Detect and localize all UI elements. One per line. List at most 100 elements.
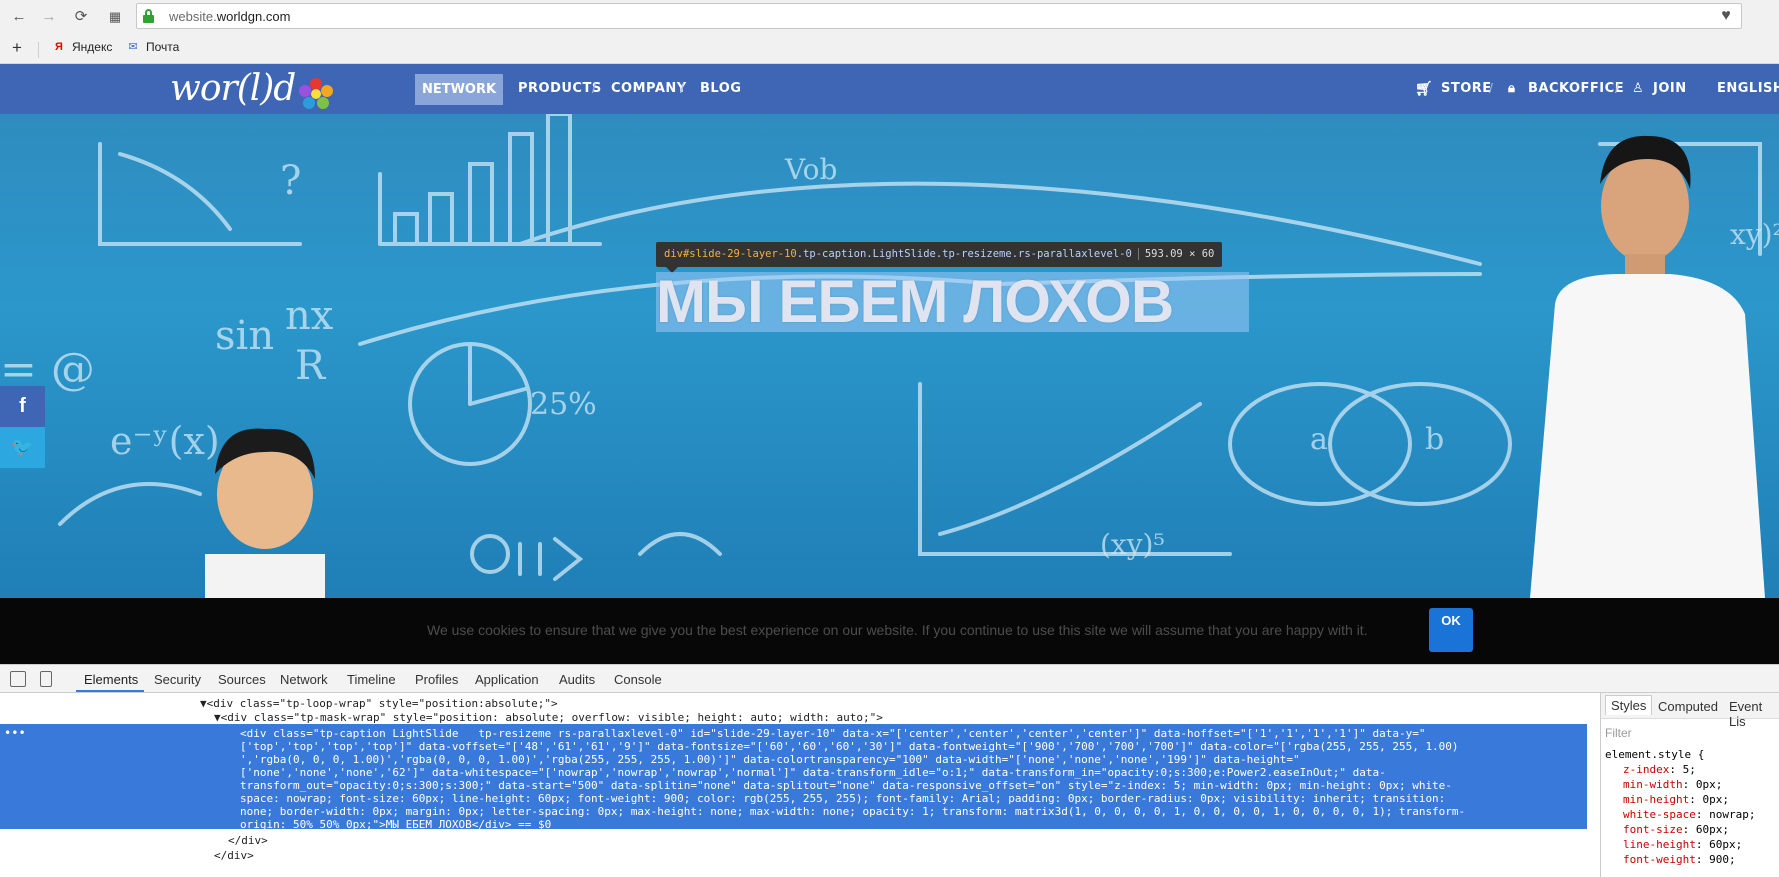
bookmarks-separator (38, 42, 39, 58)
nav-separator: / (592, 80, 596, 96)
style-rule[interactable]: font-weight: 900; (1623, 853, 1736, 866)
styles-filter-input[interactable]: Filter (1605, 726, 1632, 740)
nav-language[interactable]: ENGLISH (1717, 81, 1779, 96)
tooltip-size: 593.09 × 60 (1137, 248, 1215, 260)
address-bar[interactable]: website.worldgn.com ♥ (136, 3, 1742, 29)
style-prop: z-index (1623, 763, 1670, 776)
nav-join[interactable]: JOIN (1653, 81, 1687, 96)
dom-line[interactable]: ▼<div class="tp-loop-wrap" style="positi… (200, 696, 558, 711)
svg-text:sin: sin (215, 313, 274, 359)
lock-nav-icon[interactable]: 🔒︎ (1508, 81, 1515, 96)
tab-event-listeners[interactable]: Event Lis (1729, 699, 1779, 729)
tab-console[interactable]: Console (614, 672, 662, 687)
bookmark-mail[interactable]: ✉ Почта (126, 40, 179, 54)
tab-elements[interactable]: Elements (84, 672, 138, 687)
style-rule[interactable]: z-index: 5; (1623, 763, 1696, 776)
style-prop: min-height (1623, 793, 1690, 806)
style-rule[interactable]: line-height: 60px; (1623, 838, 1742, 851)
style-prop: font-weight (1623, 853, 1696, 866)
reload-icon[interactable]: ⟳ (70, 6, 92, 28)
url-domain: worldgn.com (216, 9, 291, 24)
facebook-share-button[interactable]: f (0, 386, 45, 427)
nav-blog[interactable]: BLOG (700, 81, 741, 96)
tab-application[interactable]: Application (475, 672, 539, 687)
nav-separator: / (1489, 80, 1493, 96)
style-value: 0px; (1695, 778, 1723, 791)
url-text[interactable]: website.worldgn.com (169, 9, 290, 24)
style-rule[interactable]: min-width: 0px; (1623, 778, 1722, 791)
man-figure (1530, 135, 1765, 598)
svg-text:R: R (295, 343, 327, 389)
dom-line[interactable]: </div> (214, 848, 254, 863)
tab-security[interactable]: Security (154, 672, 201, 687)
twitter-icon: 🐦 (11, 437, 34, 457)
tab-sources[interactable]: Sources (218, 672, 266, 687)
style-rule[interactable]: font-size: 60px; (1623, 823, 1729, 836)
tab-network[interactable]: Network (280, 672, 328, 687)
device-toolbar-icon[interactable] (40, 671, 52, 687)
cookie-ok-button[interactable]: OK (1429, 608, 1473, 652)
tab-timeline[interactable]: Timeline (347, 672, 396, 687)
add-bookmark-icon[interactable]: + (12, 38, 22, 58)
twitter-share-button[interactable]: 🐦 (0, 427, 45, 468)
svg-text:25%: 25% (530, 387, 597, 422)
tab-computed[interactable]: Computed (1658, 699, 1718, 714)
nav-separator: / (1615, 80, 1619, 96)
style-prop: min-width (1623, 778, 1683, 791)
tab-profiles[interactable]: Profiles (415, 672, 458, 687)
url-prefix: website. (169, 9, 217, 24)
site-logo[interactable]: wor(l)d (170, 68, 296, 109)
nav-network[interactable]: NETWORK (415, 74, 503, 105)
cookie-text: We use cookies to ensure that we give yo… (427, 622, 1368, 638)
bookmark-label: Почта (146, 40, 180, 54)
style-rule[interactable]: min-height: 0px; (1623, 793, 1729, 806)
tooltip-id: #slide-29-layer-10 (682, 248, 797, 260)
website: wor(l)d NETWORK PRODUCTS / COMPANY / BLO… (0, 64, 1779, 664)
svg-text:xy)²: xy)² (1730, 218, 1779, 251)
apps-grid-icon[interactable]: ▦ (104, 6, 126, 28)
svg-text:b: b (1425, 422, 1444, 457)
facebook-icon: f (19, 395, 26, 417)
nav-separator: / (680, 80, 684, 96)
bookmark-yandex[interactable]: Я Яндекс (52, 40, 112, 54)
style-prop: font-size (1623, 823, 1683, 836)
nav-products[interactable]: PRODUCTS (518, 81, 602, 96)
user-nav-icon[interactable]: ♙ (1632, 81, 1644, 96)
style-prop: white-space (1623, 808, 1696, 821)
tab-styles[interactable]: Styles (1605, 695, 1653, 715)
chalkboard-illustration: sin nx R 25% ? = @ (xy)⁵ Vob xy)² e⁻ʸ(x)… (0, 114, 1779, 598)
svg-text:a: a (1310, 422, 1328, 457)
site-header: wor(l)d NETWORK PRODUCTS / COMPANY / BLO… (0, 64, 1779, 114)
svg-text:?: ? (280, 158, 301, 204)
element-style-header: element.style { (1605, 748, 1705, 761)
nav-company[interactable]: COMPANY (611, 81, 687, 96)
node-actions-icon[interactable]: ••• (4, 726, 26, 741)
bookmark-label: Яндекс (72, 40, 113, 54)
browser-chrome: ← → ⟳ ▦ website.worldgn.com ♥ + Я Яндекс… (0, 0, 1779, 64)
child-figure (205, 428, 325, 598)
svg-text:nx: nx (285, 293, 334, 339)
selected-dom-node[interactable]: ••• <div class="tp-caption LightSlide tp… (0, 724, 1587, 831)
inspect-element-icon[interactable] (10, 671, 26, 687)
active-tab-indicator (76, 690, 144, 692)
cart-icon[interactable]: 🛒︎ (1415, 81, 1433, 97)
nav-store[interactable]: STORE (1441, 81, 1492, 96)
dom-line: origin: 50% 50% 0px;">МЫ ЕБЕМ ЛОХОВ</div… (240, 818, 552, 831)
style-value: 5; (1682, 763, 1696, 776)
dom-tree: ▼<div class="tp-loop-wrap" style="positi… (0, 693, 1587, 877)
style-value: 900; (1709, 853, 1736, 866)
nav-backoffice[interactable]: BACKOFFICE (1528, 81, 1624, 96)
mail-icon: ✉ (128, 41, 138, 53)
devtools-toolbar: Elements Security Sources Network Timeli… (0, 665, 1779, 693)
style-prop: line-height (1623, 838, 1696, 851)
tab-audits[interactable]: Audits (559, 672, 595, 687)
styles-tabs: Styles Computed Event Lis (1601, 693, 1779, 729)
back-arrow-icon[interactable]: ← (8, 6, 30, 28)
dom-line[interactable]: </div> (228, 833, 268, 848)
bookmark-heart-icon[interactable]: ♥ (1715, 6, 1737, 26)
logo-flower-icon (299, 78, 333, 109)
style-rule[interactable]: white-space: nowrap; (1623, 808, 1755, 821)
dom-line[interactable]: ▼<div class="tp-mask-wrap" style="positi… (214, 710, 883, 725)
style-value: 0px; (1702, 793, 1729, 806)
forward-arrow-icon[interactable]: → (38, 6, 60, 28)
